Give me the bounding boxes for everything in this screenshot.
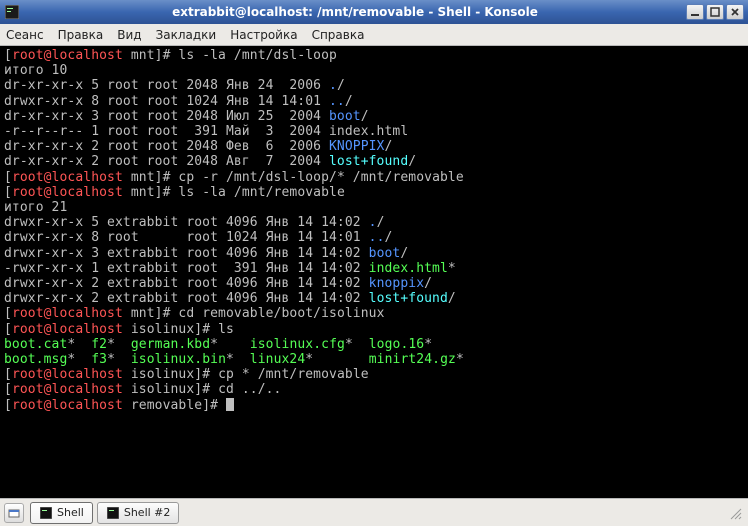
close-button[interactable] [726,4,744,20]
titlebar: extrabbit@localhost: /mnt/removable - Sh… [0,0,748,24]
maximize-button[interactable] [706,4,724,20]
terminal-output[interactable]: [root@localhost mnt]# ls -la /mnt/dsl-lo… [0,46,748,498]
tab-shell-2[interactable]: Shell #2 [97,502,180,524]
menu-edit[interactable]: Правка [58,28,104,42]
resize-grip-icon[interactable] [726,504,744,522]
app-icon [4,4,20,20]
menu-view[interactable]: Вид [117,28,141,42]
window-title: extrabbit@localhost: /mnt/removable - Sh… [26,5,684,19]
terminal-icon [39,506,53,520]
tab-label: Shell #2 [124,506,171,519]
menu-settings[interactable]: Настройка [230,28,297,42]
terminal-icon [106,506,120,520]
menu-session[interactable]: Сеанс [6,28,44,42]
menubar: Сеанс Правка Вид Закладки Настройка Спра… [0,24,748,46]
new-tab-button[interactable] [4,503,24,523]
terminal-cursor [226,398,234,411]
minimize-button[interactable] [686,4,704,20]
tab-shell-1[interactable]: Shell [30,502,93,524]
tab-label: Shell [57,506,84,519]
menu-help[interactable]: Справка [312,28,365,42]
statusbar: Shell Shell #2 [0,498,748,526]
menu-bookmarks[interactable]: Закладки [156,28,217,42]
